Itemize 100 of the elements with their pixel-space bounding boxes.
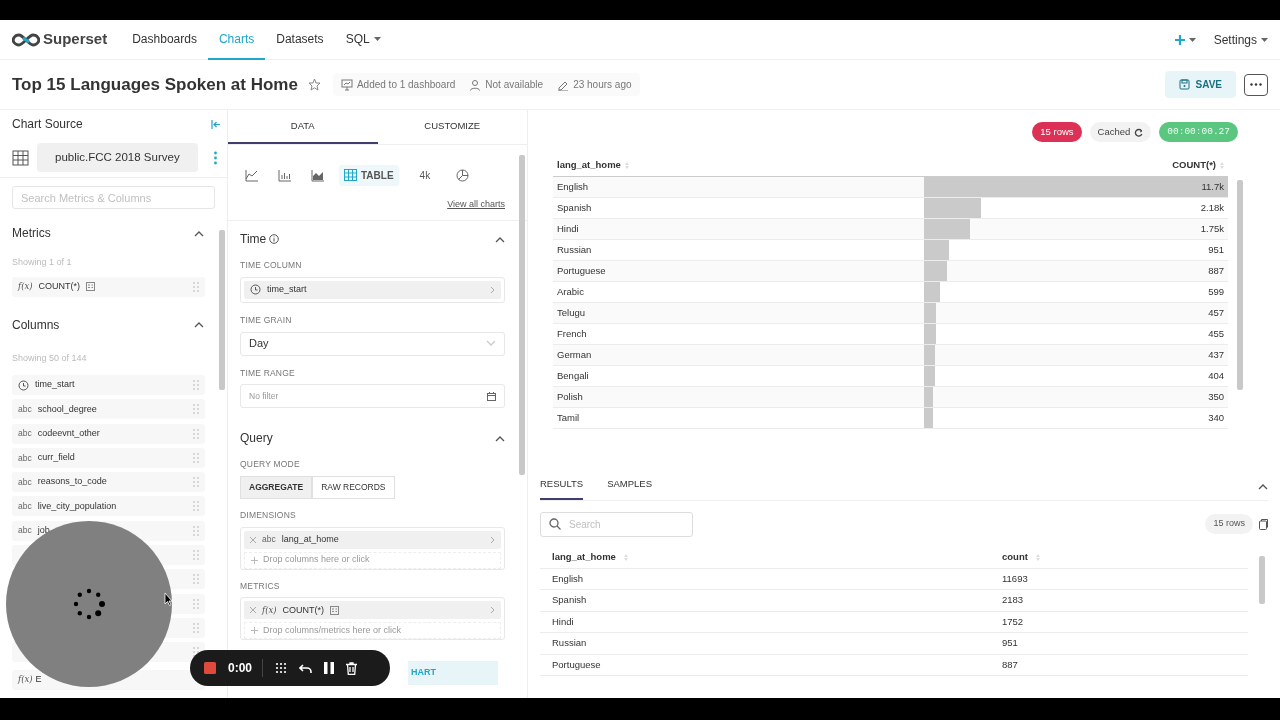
search-field[interactable]: Search Metrics & Columns [12, 186, 215, 209]
search-field[interactable]: Search [540, 511, 693, 537]
column-header[interactable]: COUNT(*) [924, 155, 1228, 177]
chevron-down-icon[interactable] [486, 340, 496, 347]
results-tab[interactable]: SAMPLES [607, 471, 652, 500]
nav-link[interactable]: Dashboards [121, 19, 208, 60]
table-cell: Russian [553, 239, 925, 261]
kebab-icon[interactable] [214, 150, 217, 165]
item-name[interactable]: job [37, 524, 50, 538]
undo-icon[interactable] [299, 662, 313, 674]
trash-icon[interactable] [346, 661, 358, 675]
type-label: abc [18, 451, 32, 465]
sort-icon[interactable] [1220, 162, 1224, 170]
scrollbar[interactable] [519, 155, 525, 475]
drag-handle-icon[interactable] [193, 477, 199, 488]
section-title: Metrics [12, 225, 51, 242]
panel-tab[interactable]: DATA [228, 110, 378, 144]
table-cell: 599 [1208, 285, 1224, 297]
item-name[interactable]: reasons_to_code [37, 475, 107, 489]
table-cell: Bengali [553, 365, 925, 387]
scrollbar[interactable] [1259, 556, 1265, 604]
grid-icon[interactable] [275, 662, 288, 674]
chart-type-option[interactable]: 4k [414, 165, 436, 186]
copy-icon[interactable] [1259, 518, 1268, 530]
table-cell: Portuguese [553, 260, 925, 282]
column-header[interactable]: lang_at_home [540, 546, 990, 568]
save-button[interactable]: SAVE [1164, 71, 1236, 98]
drag-handle-icon[interactable] [193, 550, 199, 561]
scrollbar[interactable] [1237, 180, 1243, 390]
drag-handle-icon[interactable] [193, 281, 199, 292]
type-label: abc [18, 524, 32, 538]
column-header[interactable]: count [990, 546, 1248, 568]
drag-handle-icon[interactable] [193, 622, 199, 633]
time-column-field[interactable]: time_start [240, 276, 505, 303]
chevron-up-icon[interactable] [1258, 482, 1268, 490]
drag-handle-icon[interactable] [193, 525, 199, 536]
column-header[interactable]: lang_at_home [553, 155, 925, 177]
dimensions-field[interactable]: abc lang_at_home Drop columns here or click [240, 526, 505, 570]
field-label: TIME RANGE [240, 366, 296, 380]
sort-icon[interactable] [1035, 553, 1040, 561]
table-cell: Russian [540, 632, 990, 654]
drag-handle-icon[interactable] [193, 598, 199, 609]
mode-toggle[interactable]: AGGREGATE [240, 476, 313, 499]
results-tab[interactable]: RESULTS [540, 471, 584, 500]
remove-icon[interactable] [250, 536, 256, 543]
star-icon[interactable] [307, 78, 321, 91]
table-cell: 11.7k [1201, 180, 1224, 192]
item-name[interactable]: time_start [35, 378, 75, 392]
table-cell: 457 [1208, 306, 1224, 318]
field-label: QUERY MODE [240, 458, 301, 471]
table-cell: 2.18k [1200, 201, 1224, 213]
brand-name[interactable]: Superset [43, 28, 108, 51]
nav-link[interactable]: SQL [334, 19, 392, 60]
table-cell: Polish [553, 386, 925, 408]
chevron-up-icon[interactable] [194, 229, 204, 237]
panel-tab[interactable]: CUSTOMIZE [377, 110, 527, 144]
sort-icon[interactable] [624, 162, 629, 170]
remove-icon[interactable] [250, 607, 256, 614]
item-name[interactable]: codeevnt_other [37, 426, 100, 441]
info-icon[interactable] [269, 234, 280, 244]
logo-icon[interactable] [12, 32, 40, 47]
view-all-link[interactable]: View all charts [447, 199, 505, 209]
recording-time: 0:00 [228, 659, 264, 677]
list-item[interactable]: f(x) COUNT(*) [12, 276, 205, 297]
chevron-right-icon [490, 285, 495, 294]
table-cell: Telugu [553, 302, 925, 324]
metadata-text[interactable]: 23 hours ago [573, 77, 632, 92]
stop-icon[interactable] [204, 662, 216, 674]
drag-handle-icon[interactable] [193, 574, 199, 585]
item-count: Showing 50 of 144 [12, 351, 88, 365]
item-name[interactable]: curr_field [37, 451, 75, 465]
metadata-text[interactable]: Not available [485, 77, 544, 92]
more-button[interactable] [1244, 73, 1268, 96]
item-name[interactable]: live_city_population [37, 499, 117, 514]
collapse-icon[interactable] [211, 119, 221, 129]
settings-menu[interactable]: Settings [1213, 30, 1268, 49]
chevron-up-icon[interactable] [194, 321, 204, 328]
info-card-icon [330, 605, 340, 615]
drag-handle-icon[interactable] [193, 404, 199, 415]
chevron-up-icon[interactable] [495, 434, 505, 442]
metrics-field[interactable]: f(x) COUNT(*) Drop columns/metrics here or click [240, 597, 505, 641]
spinner-icon [71, 586, 107, 622]
drag-handle-icon[interactable] [193, 501, 199, 512]
add-menu[interactable] [1174, 34, 1196, 45]
table-cell: 11693 [990, 568, 1248, 590]
line-chart-icon [245, 169, 258, 182]
chevron-up-icon[interactable] [495, 235, 505, 243]
nav-link[interactable]: Datasets [265, 19, 335, 60]
item-name[interactable]: school_degree [37, 402, 97, 417]
drag-handle-icon[interactable] [193, 380, 199, 390]
drag-handle-icon[interactable] [193, 452, 199, 463]
scrollbar[interactable] [219, 230, 225, 390]
metadata-text[interactable]: Added to 1 dashboard [356, 77, 456, 92]
drag-handle-icon[interactable] [193, 428, 199, 439]
mode-toggle[interactable]: RAW RECORDS [312, 476, 395, 499]
dataset-name[interactable]: public.FCC 2018 Survey [37, 142, 198, 173]
pause-icon[interactable] [324, 662, 335, 674]
time-grain-select[interactable]: Day [240, 331, 505, 356]
chart-type-option[interactable]: TABLE [339, 165, 399, 186]
sort-icon[interactable] [623, 553, 628, 561]
